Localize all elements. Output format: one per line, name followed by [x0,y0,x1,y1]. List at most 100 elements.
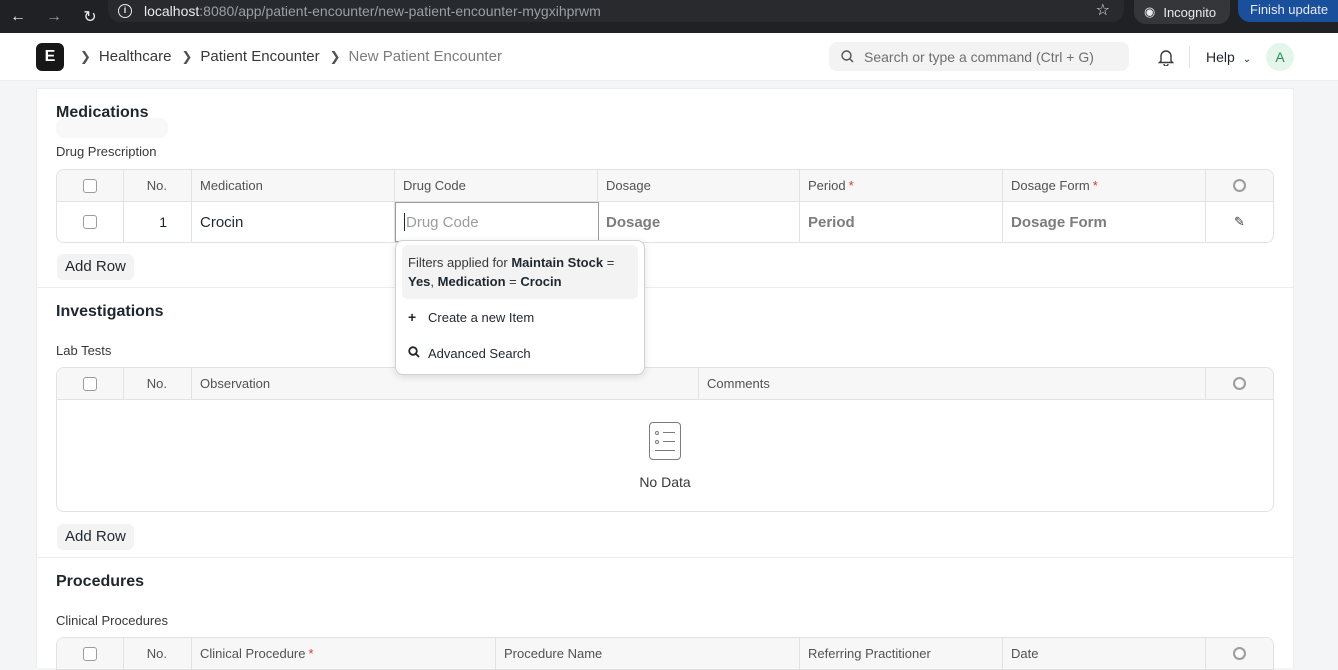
chevron-down-icon: ⌄ [1242,54,1252,65]
header-period-label: Period [808,178,846,193]
notification-bell-icon[interactable] [1157,47,1175,67]
awesomebar-search-input[interactable]: Search or type a command (Ctrl + G) [829,42,1129,71]
gear-icon[interactable] [1233,377,1246,390]
filter-field-maintain-stock: Maintain Stock [511,255,604,270]
header-select-cell [57,638,124,669]
filter-separator: , [430,274,438,289]
header-settings-cell [1206,638,1273,669]
select-all-checkbox[interactable] [83,646,97,661]
url-path: :8080/app/patient-encounter/new-patient-… [199,3,601,19]
back-icon[interactable]: ← [0,8,36,26]
breadcrumb-healthcare[interactable]: Healthcare [99,48,172,65]
header-date: Date [1003,638,1206,669]
breadcrumb-patient-encounter[interactable]: Patient Encounter [200,48,319,65]
url-host: localhost [144,3,200,19]
filter-equals: = [505,274,521,289]
breadcrumb-current: New Patient Encounter [348,48,502,65]
gear-icon[interactable] [1233,647,1246,660]
app-logo[interactable]: E [36,43,64,71]
header-procedure-name: Procedure Name [496,638,800,669]
chevron-right-icon: ❯ [80,48,91,64]
header-comments: Comments [699,368,1206,399]
search-placeholder: Search or type a command (Ctrl + G) [864,48,1094,65]
period-placeholder: Period [808,213,855,231]
cell-drug-code[interactable]: Drug Code [395,202,599,242]
gear-icon[interactable] [1233,179,1246,192]
grid-header: No. Clinical Procedure * Procedure Name R… [57,638,1273,670]
section-divider [37,557,1293,558]
empty-state: No Data [57,400,1273,511]
required-mark: * [848,178,854,193]
site-info-icon[interactable]: i [118,4,132,18]
lab-tests-grid: No. Observation Comments No Data [56,367,1274,512]
drug-code-input[interactable]: Drug Code [395,202,599,242]
advanced-search-label: Advanced Search [428,345,531,361]
header-dosage-form-label: Dosage Form [1011,178,1090,193]
drug-code-dropdown: Filters applied for Maintain Stock = Yes… [395,240,645,375]
table-row: 1 Crocin Drug Code Dosage Period Dosage … [57,202,1273,242]
clinical-procedures-grid: No. Clinical Procedure * Procedure Name R… [56,637,1274,670]
section-divider [37,287,1293,288]
advanced-search-option[interactable]: Advanced Search [402,335,638,371]
forward-icon[interactable]: → [36,8,72,26]
form-card: Medications Drug Prescription No. Medica… [36,88,1294,670]
chevron-right-icon: ❯ [181,48,193,64]
row-edit-cell: ✎ [1206,202,1273,242]
no-data-text: No Data [639,473,691,490]
bookmark-star-icon[interactable]: ☆ [1096,0,1110,20]
filter-prefix: Filters applied for [408,255,512,270]
header-no: No. [124,170,192,201]
search-icon [408,345,428,361]
chevron-right-icon: ❯ [329,48,341,64]
edit-pencil-icon[interactable]: ✎ [1234,214,1245,230]
add-row-button-lab-tests[interactable]: Add Row [57,524,134,550]
filter-field-medication: Medication [437,274,506,289]
reload-icon[interactable]: ↻ [72,7,108,27]
header-referring-practitioner: Referring Practitioner [800,638,1003,669]
address-bar[interactable]: i localhost:8080/app/patient-encounter/n… [108,0,1124,22]
cell-period[interactable]: Period [800,202,1003,242]
navbar-divider [1189,46,1190,68]
ghost-placeholder [56,118,168,138]
user-avatar[interactable]: A [1266,43,1294,71]
select-all-checkbox[interactable] [83,376,97,391]
header-dosage: Dosage [598,170,800,201]
filter-value-crocin: Crocin [520,274,562,289]
add-row-button-medications[interactable]: Add Row [57,254,134,280]
incognito-badge[interactable]: ◉ Incognito [1134,0,1230,24]
field-label-lab-tests: Lab Tests [56,343,112,358]
section-title-procedures: Procedures [56,573,145,590]
filter-value-yes: Yes [408,274,431,289]
required-mark: * [1092,178,1098,193]
create-new-item-label: Create a new Item [428,309,535,325]
field-label-clinical-procedures: Clinical Procedures [56,613,168,628]
search-icon [841,50,854,63]
row-select-cell [57,202,124,242]
text-caret [404,213,405,231]
header-dosage-form: Dosage Form * [1003,170,1206,201]
help-label: Help [1206,49,1235,65]
cell-dosage[interactable]: Dosage [598,202,800,242]
section-title-investigations: Investigations [56,303,164,320]
finish-update-button[interactable]: Finish update [1238,0,1338,22]
help-dropdown[interactable]: Help ⌄ [1206,49,1251,65]
row-no: 1 [124,202,192,242]
create-new-item-option[interactable]: + Create a new Item [402,299,638,335]
row-checkbox[interactable] [83,215,97,229]
header-select-cell [57,170,124,201]
header-period: Period * [800,170,1003,201]
app-navbar: E ❯ Healthcare ❯ Patient Encounter ❯ New… [0,33,1338,81]
header-no: No. [124,638,192,669]
incognito-label: Incognito [1163,4,1217,20]
select-all-checkbox[interactable] [83,178,97,193]
header-select-cell [57,368,124,399]
incognito-icon: ◉ [1144,4,1156,19]
browser-chrome: ← → ↻ i localhost:8080/app/patient-encou… [0,0,1338,33]
dosage-form-placeholder: Dosage Form [1011,213,1107,231]
cell-dosage-form[interactable]: Dosage Form [1003,202,1206,242]
cell-medication[interactable]: Crocin [192,202,395,242]
filters-applied-note: Filters applied for Maintain Stock = Yes… [402,245,638,299]
header-no: No. [124,368,192,399]
header-clinical-procedure-label: Clinical Procedure [200,646,306,661]
breadcrumb: ❯ Healthcare ❯ Patient Encounter ❯ New P… [78,48,502,65]
